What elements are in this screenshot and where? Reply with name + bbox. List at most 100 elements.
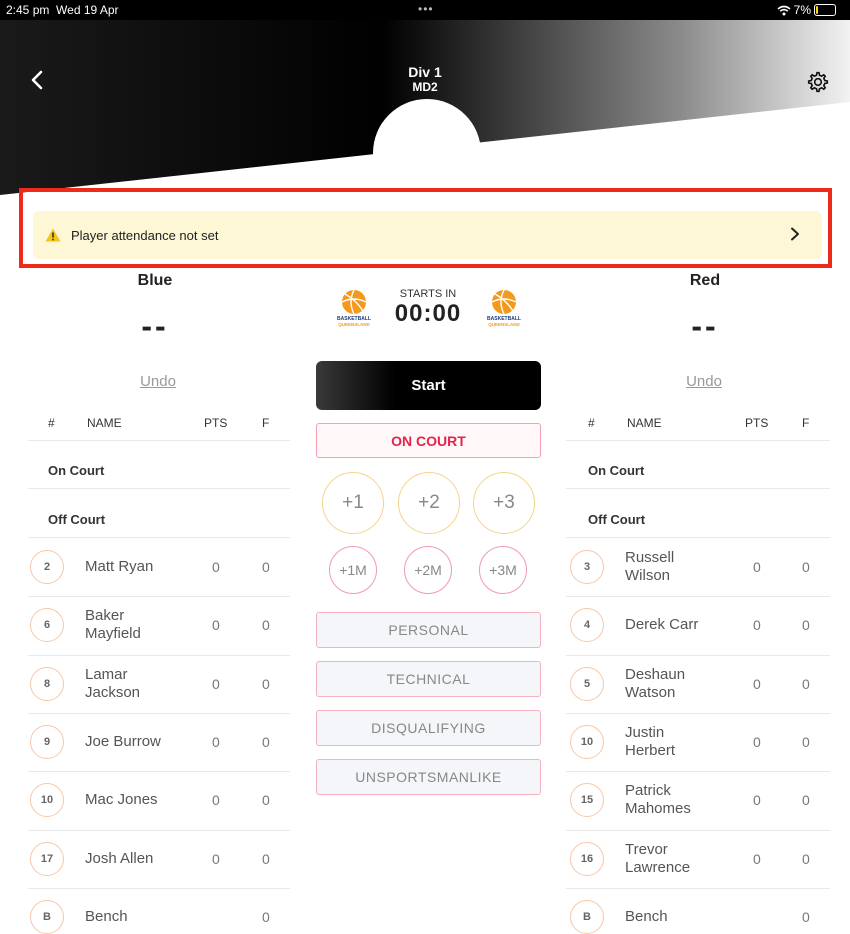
player-fouls: 0 <box>802 675 810 692</box>
player-name: Trevor Lawrence <box>625 840 691 876</box>
row-divider <box>566 887 830 889</box>
player-name: Josh Allen <box>85 849 154 867</box>
home-undo-button[interactable]: Undo <box>108 373 208 390</box>
status-date: Wed 19 Apr <box>56 3 119 17</box>
division-title: Div 1 <box>408 64 442 80</box>
player-points: 0 <box>212 675 220 692</box>
game-clock: 00:00 <box>394 300 462 327</box>
row-divider <box>566 771 830 773</box>
personal-foul-button[interactable]: PERSONAL <box>316 612 541 648</box>
add-2-points-button[interactable]: +2 <box>398 472 460 534</box>
player-points: 0 <box>753 850 761 867</box>
battery-percent: 7% <box>793 3 811 17</box>
player-fouls: 0 <box>802 908 810 925</box>
wifi-icon <box>777 5 791 15</box>
column-header-fouls: F <box>802 416 810 430</box>
player-name: Lamar Jackson <box>85 665 141 701</box>
unsportsmanlike-foul-button[interactable]: UNSPORTSMANLIKE <box>316 759 541 795</box>
battery-icon <box>814 4 836 16</box>
player-name: Russell Wilson <box>625 549 675 585</box>
highlight-box <box>19 188 832 268</box>
home-team-score: -- <box>141 308 169 344</box>
basketball-queensland-logo-left: BASKETBALL QUEENSLAND <box>337 289 371 327</box>
gear-icon[interactable] <box>806 70 830 94</box>
player-number-badge[interactable]: 6 <box>30 608 64 643</box>
player-number-badge[interactable]: 2 <box>30 550 64 585</box>
row-divider <box>566 712 830 714</box>
row-divider <box>566 596 830 598</box>
player-number-badge[interactable]: 15 <box>570 783 604 818</box>
player-points: 0 <box>212 617 220 634</box>
on-court-button[interactable]: ON COURT <box>316 423 541 458</box>
player-name: Joe Burrow <box>85 733 161 751</box>
on-court-section: On Court <box>588 463 645 478</box>
away-team-name: Red <box>689 272 721 289</box>
column-header-number: # <box>588 416 595 430</box>
player-points: 0 <box>212 559 220 576</box>
missed-1-point-button[interactable]: +1M <box>329 546 377 594</box>
player-number-badge[interactable]: 17 <box>30 841 64 876</box>
player-fouls: 0 <box>262 792 270 809</box>
missed-2-points-button[interactable]: +2M <box>404 546 452 594</box>
player-name: Bench <box>85 907 128 925</box>
column-header-fouls: F <box>262 416 270 430</box>
start-button[interactable]: Start <box>316 361 541 410</box>
match-subtitle: MD2 <box>412 80 438 94</box>
away-undo-button[interactable]: Undo <box>654 373 754 390</box>
player-fouls: 0 <box>262 559 270 576</box>
player-name: Justin Herbert <box>625 724 676 760</box>
player-number-badge[interactable]: 16 <box>570 841 604 876</box>
row-divider <box>28 771 290 773</box>
column-header-number: # <box>48 416 55 430</box>
home-team-name: Blue <box>137 272 173 289</box>
player-fouls: 0 <box>802 617 810 634</box>
status-bar: 2:45 pm Wed 19 Apr ••• 7% <box>0 0 850 20</box>
player-fouls: 0 <box>262 617 270 634</box>
column-header-points: PTS <box>204 416 228 430</box>
basketball-queensland-logo-right: BASKETBALL QUEENSLAND <box>487 289 521 327</box>
player-name: Derek Carr <box>625 616 699 634</box>
column-header-name: NAME <box>87 416 122 430</box>
multitask-dots[interactable]: ••• <box>418 2 434 16</box>
player-points: 0 <box>753 617 761 634</box>
disqualifying-foul-button[interactable]: DISQUALIFYING <box>316 710 541 746</box>
player-fouls: 0 <box>262 734 270 751</box>
player-fouls: 0 <box>802 850 810 867</box>
status-time: 2:45 pm Wed 19 Apr <box>6 3 119 17</box>
player-name: Baker Mayfield <box>85 607 141 643</box>
player-number-badge[interactable]: 8 <box>30 666 64 701</box>
row-divider <box>566 829 830 831</box>
add-3-points-button[interactable]: +3 <box>473 472 535 534</box>
player-points: 0 <box>212 734 220 751</box>
player-number-badge[interactable]: B <box>570 899 604 934</box>
missed-3-points-button[interactable]: +3M <box>479 546 527 594</box>
player-name: Bench <box>625 907 668 925</box>
column-header-points: PTS <box>745 416 769 430</box>
player-points: 0 <box>753 734 761 751</box>
column-header-name: NAME <box>627 416 662 430</box>
starts-in-label: STARTS IN <box>399 288 457 300</box>
player-number-badge[interactable]: 3 <box>570 550 604 585</box>
away-team-score: -- <box>691 308 719 344</box>
player-name: Deshaun Watson <box>625 665 686 701</box>
player-number-badge[interactable]: 5 <box>570 666 604 701</box>
add-1-point-button[interactable]: +1 <box>322 472 384 534</box>
back-chevron-icon[interactable] <box>28 70 48 90</box>
player-fouls: 0 <box>262 850 270 867</box>
player-number-badge[interactable]: 9 <box>30 725 64 760</box>
row-divider <box>28 596 290 598</box>
player-number-badge[interactable]: 4 <box>570 608 604 643</box>
player-name: Matt Ryan <box>85 558 154 576</box>
player-points: 0 <box>753 675 761 692</box>
player-name: Patrick Mahomes <box>625 782 691 818</box>
row-divider <box>28 712 290 714</box>
row-divider <box>28 654 290 656</box>
player-fouls: 0 <box>802 734 810 751</box>
player-number-badge[interactable]: 10 <box>570 725 604 760</box>
player-number-badge[interactable]: 10 <box>30 783 64 818</box>
technical-foul-button[interactable]: TECHNICAL <box>316 661 541 697</box>
player-number-badge[interactable]: B <box>30 899 64 934</box>
row-divider <box>566 654 830 656</box>
logo-text-bottom: QUEENSLAND <box>338 322 370 327</box>
off-court-section: Off Court <box>588 512 646 527</box>
